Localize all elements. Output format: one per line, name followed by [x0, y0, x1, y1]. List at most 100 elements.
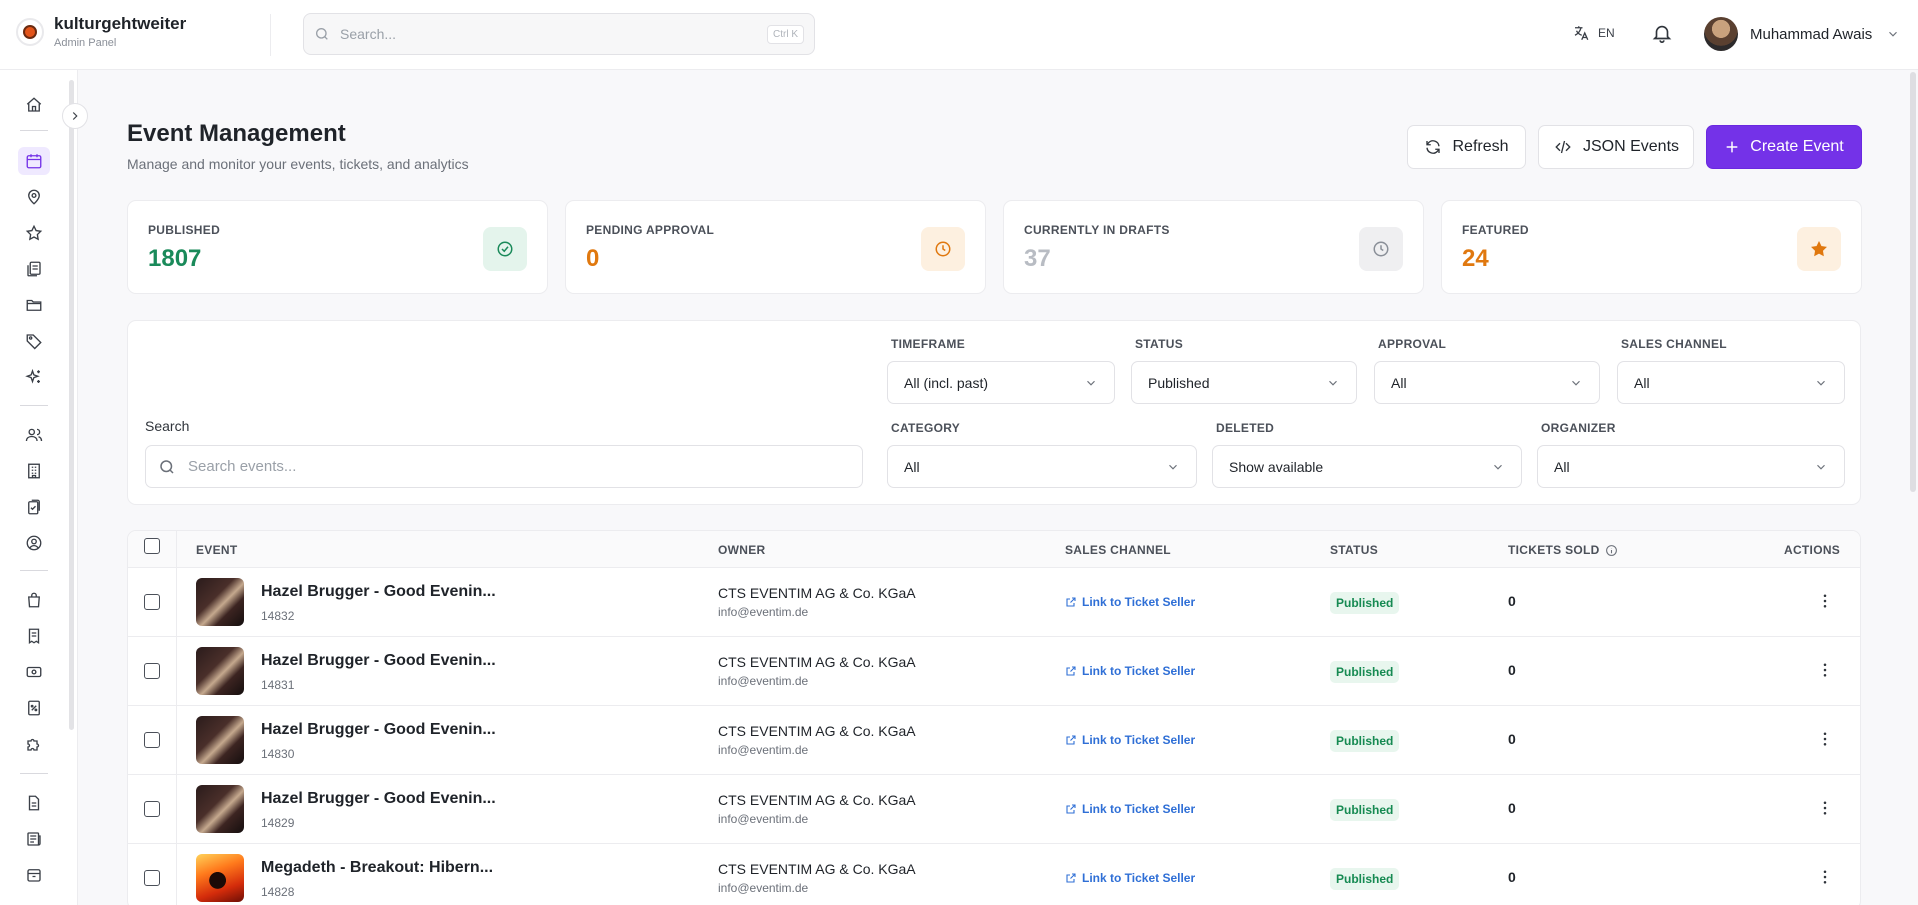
event-id: 14830 — [261, 747, 295, 761]
status-select[interactable]: Published — [1131, 361, 1357, 404]
event-title[interactable]: Hazel Brugger - Good Evenin... — [261, 652, 496, 670]
ticket-seller-link-label: Link to Ticket Seller — [1082, 802, 1196, 816]
sidebar-item-documents[interactable] — [18, 255, 50, 283]
row-actions-button[interactable] — [1816, 799, 1834, 822]
category-label: CATEGORY — [891, 421, 961, 435]
sidebar-item-integrations[interactable] — [18, 730, 50, 758]
code-icon — [1555, 140, 1571, 154]
deleted-select[interactable]: Show available — [1212, 445, 1522, 488]
event-title[interactable]: Megadeth - Breakout: Hibern... — [261, 859, 493, 877]
event-thumbnail[interactable] — [196, 647, 244, 695]
sidebar-item-requests[interactable] — [18, 493, 50, 521]
global-search-placeholder: Search... — [340, 26, 397, 42]
sidebar-item-invoices[interactable] — [18, 622, 50, 650]
row-actions-button[interactable] — [1816, 592, 1834, 615]
sidebar-item-news[interactable] — [18, 825, 50, 853]
timeframe-select[interactable]: All (incl. past) — [887, 361, 1115, 404]
row-checkbox[interactable] — [144, 732, 160, 748]
column-sales-channel[interactable]: SALES CHANNEL — [1065, 543, 1171, 557]
global-search-input[interactable]: Search... Ctrl K — [303, 13, 815, 55]
column-actions: ACTIONS — [1784, 543, 1841, 557]
sidebar-item-payments[interactable] — [18, 658, 50, 686]
organizer-select[interactable]: All — [1537, 445, 1845, 488]
ticket-seller-link[interactable]: Link to Ticket Seller — [1065, 733, 1195, 747]
row-checkbox[interactable] — [144, 594, 160, 610]
category-select[interactable]: All — [887, 445, 1197, 488]
column-event[interactable]: EVENT — [196, 543, 238, 557]
row-checkbox[interactable] — [144, 663, 160, 679]
folder-icon — [26, 299, 42, 311]
approval-select[interactable]: All — [1374, 361, 1600, 404]
status-label: STATUS — [1135, 337, 1184, 351]
row-checkbox[interactable] — [144, 870, 160, 886]
more-vertical-icon — [1823, 732, 1827, 746]
event-search-input[interactable]: Search events... — [145, 445, 863, 488]
ticket-seller-link-label: Link to Ticket Seller — [1082, 664, 1196, 678]
table-row[interactable]: Hazel Brugger - Good Evenin... 14829 CTS… — [128, 775, 1860, 844]
user-circle-icon — [26, 535, 42, 551]
column-owner[interactable]: OWNER — [718, 543, 766, 557]
brand[interactable]: kulturgehtweiter Admin Panel — [16, 14, 186, 49]
owner-email: info@eventim.de — [718, 743, 809, 757]
tickets-sold-value: 0 — [1508, 593, 1516, 609]
language-switcher[interactable]: EN — [1572, 24, 1615, 42]
chevron-right-icon — [72, 112, 78, 120]
sidebar-item-ai[interactable] — [18, 363, 50, 391]
event-thumbnail[interactable] — [196, 578, 244, 626]
sidebar-item-home[interactable] — [18, 91, 50, 119]
sidebar-item-organizations[interactable] — [18, 457, 50, 485]
sidebar-item-events[interactable] — [18, 147, 50, 175]
ticket-seller-link[interactable]: Link to Ticket Seller — [1065, 802, 1195, 816]
sparkles-icon — [25, 368, 40, 384]
json-events-button[interactable]: JSON Events — [1538, 125, 1694, 169]
ticket-seller-link[interactable]: Link to Ticket Seller — [1065, 871, 1195, 885]
check-circle-icon — [483, 227, 527, 271]
page-subtitle: Manage and monitor your events, tickets,… — [127, 156, 469, 172]
calendar-icon — [26, 154, 42, 169]
sidebar-collapse-button[interactable] — [62, 103, 88, 129]
refresh-button[interactable]: Refresh — [1407, 125, 1526, 169]
row-actions-button[interactable] — [1816, 730, 1834, 753]
organizer-label: ORGANIZER — [1541, 421, 1616, 435]
page-scrollbar[interactable] — [1910, 72, 1916, 492]
sales-channel-select[interactable]: All — [1617, 361, 1845, 404]
event-thumbnail[interactable] — [196, 785, 244, 833]
event-thumbnail[interactable] — [196, 716, 244, 764]
sidebar-item-discounts[interactable] — [18, 694, 50, 722]
info-icon[interactable] — [1605, 544, 1618, 557]
owner-name: CTS EVENTIM AG & Co. KGaA — [718, 654, 916, 670]
sidebar-item-archive[interactable] — [18, 861, 50, 889]
sidebar-item-folders[interactable] — [18, 291, 50, 319]
sidebar-item-orders[interactable] — [18, 586, 50, 614]
event-title[interactable]: Hazel Brugger - Good Evenin... — [261, 790, 496, 808]
sidebar-item-pages[interactable] — [18, 789, 50, 817]
row-actions-button[interactable] — [1816, 868, 1834, 891]
table-row[interactable]: Hazel Brugger - Good Evenin... 14831 CTS… — [128, 637, 1860, 706]
row-checkbox[interactable] — [144, 801, 160, 817]
stat-label: CURRENTLY IN DRAFTS — [1024, 223, 1170, 237]
select-all-checkbox[interactable] — [144, 538, 160, 554]
deleted-label: DELETED — [1216, 421, 1275, 435]
sidebar-item-tags[interactable] — [18, 327, 50, 355]
table-row[interactable]: Hazel Brugger - Good Evenin... 14832 CTS… — [128, 568, 1860, 637]
table-row[interactable]: Megadeth - Breakout: Hibern... 14828 CTS… — [128, 844, 1860, 905]
sidebar-item-profile[interactable] — [18, 529, 50, 557]
user-menu[interactable]: Muhammad Awais — [1704, 17, 1900, 51]
event-thumbnail[interactable] — [196, 854, 244, 902]
event-title[interactable]: Hazel Brugger - Good Evenin... — [261, 721, 496, 739]
sidebar-scrollbar[interactable] — [69, 80, 74, 730]
ticket-seller-link[interactable]: Link to Ticket Seller — [1065, 595, 1195, 609]
sidebar-item-users[interactable] — [18, 421, 50, 449]
create-event-button[interactable]: Create Event — [1706, 125, 1862, 169]
notifications-button[interactable] — [1651, 22, 1673, 49]
sidebar-item-locations[interactable] — [18, 183, 50, 211]
chevron-down-icon — [1889, 31, 1898, 37]
event-title[interactable]: Hazel Brugger - Good Evenin... — [261, 583, 496, 601]
column-status[interactable]: STATUS — [1330, 543, 1378, 557]
chevron-down-icon — [1087, 380, 1095, 386]
ticket-seller-link[interactable]: Link to Ticket Seller — [1065, 664, 1195, 678]
column-tickets-sold[interactable]: TICKETS SOLD — [1508, 543, 1618, 557]
table-row[interactable]: Hazel Brugger - Good Evenin... 14830 CTS… — [128, 706, 1860, 775]
sidebar-item-featured[interactable] — [18, 219, 50, 247]
row-actions-button[interactable] — [1816, 661, 1834, 684]
